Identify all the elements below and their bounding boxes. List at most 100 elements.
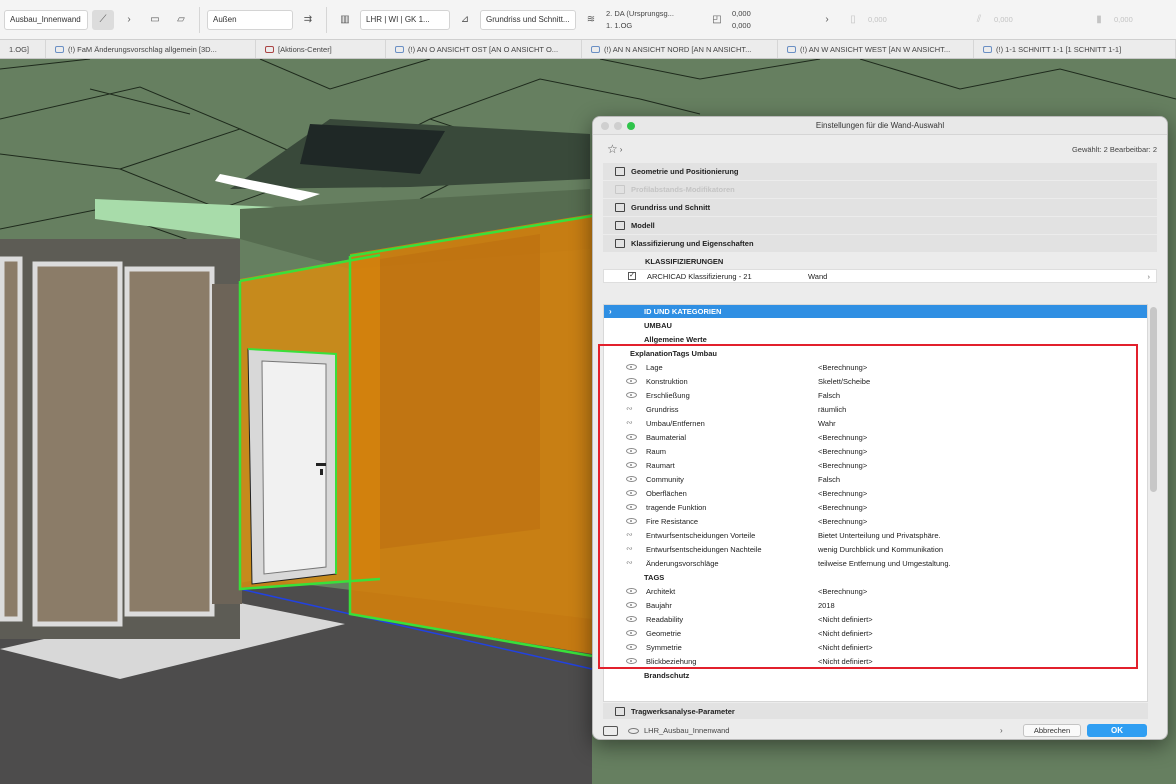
3d-view-icon bbox=[55, 45, 64, 53]
tab-schnitt[interactable]: (!) 1-1 SCHNITT 1-1 [1 SCHNITT 1-1] bbox=[974, 40, 1176, 58]
panel-modell[interactable]: Modell bbox=[603, 217, 1157, 235]
layer-field[interactable]: Ausbau_Innenwand bbox=[4, 9, 88, 30]
property-value[interactable]: Bietet Unterteilung und Privatsphäre. bbox=[818, 531, 941, 540]
property-row[interactable]: Lage <Berechnung> bbox=[604, 360, 1147, 374]
property-row[interactable]: ∾ Umbau/Entfernen Wahr bbox=[604, 416, 1147, 430]
property-value[interactable]: Wahr bbox=[818, 419, 836, 428]
property-value[interactable]: teilweise Entfernung und Umgestaltung. bbox=[818, 559, 951, 568]
property-row[interactable]: Architekt <Berechnung> bbox=[604, 584, 1147, 598]
chevron-right-icon[interactable]: › bbox=[118, 10, 140, 30]
property-row[interactable]: Readability <Nicht definiert> bbox=[604, 612, 1147, 626]
property-row[interactable]: Konstruktion Skelett/Scheibe bbox=[604, 374, 1147, 388]
property-row[interactable]: Erschließung Falsch bbox=[604, 388, 1147, 402]
property-value[interactable]: 2018 bbox=[818, 601, 835, 610]
panel-tragwerksanalyse[interactable]: Tragwerksanalyse-Parameter bbox=[603, 703, 1148, 720]
property-row[interactable]: ∾ Entwurfsentscheidungen Vorteile Bietet U… bbox=[604, 528, 1147, 542]
group-allgemeine-werte[interactable]: Allgemeine Werte bbox=[604, 332, 1147, 346]
composite-field[interactable]: LHR | WI | GK 1... bbox=[360, 9, 450, 30]
section-id-kategorien[interactable]: › ID UND KATEGORIEN bbox=[604, 305, 1147, 318]
property-row[interactable]: tragende Funktion <Berechnung> bbox=[604, 500, 1147, 514]
door-handle bbox=[316, 463, 326, 466]
panel-geometrie[interactable]: Geometrie und Positionierung bbox=[603, 163, 1157, 181]
chevron-right-icon[interactable]: › bbox=[1148, 272, 1151, 281]
top-story-label: 2. DA (Ursprungsg... bbox=[606, 9, 674, 18]
property-value[interactable]: <Berechnung> bbox=[818, 503, 867, 512]
property-value[interactable]: <Berechnung> bbox=[818, 363, 867, 372]
property-value[interactable]: <Berechnung> bbox=[818, 587, 867, 596]
top-toolbar: Ausbau_Innenwand ⟋ › ▭ ▱ Außen ⇉ ▥ LHR |… bbox=[0, 0, 1176, 40]
property-row[interactable]: Baumaterial <Berechnung> bbox=[604, 430, 1147, 444]
ok-button[interactable]: OK bbox=[1087, 724, 1147, 737]
offset-fields[interactable]: 0,000 0,000 bbox=[732, 9, 812, 30]
floor-plan-icon bbox=[615, 203, 625, 212]
tab-aenderungsvorschlag[interactable]: (!) FaM Änderungsvorschlag allgemein [3D… bbox=[46, 40, 256, 58]
property-row[interactable]: Raum <Berechnung> bbox=[604, 444, 1147, 458]
property-value[interactable]: <Nicht definiert> bbox=[818, 615, 873, 624]
story-selector[interactable]: 2. DA (Ursprungsg... 1. 1.OG bbox=[606, 9, 702, 30]
story-icon: ≋ bbox=[586, 14, 596, 25]
tab-aktions-center[interactable]: [Aktions-Center] bbox=[256, 40, 386, 58]
property-value[interactable]: <Nicht definiert> bbox=[818, 629, 873, 638]
property-value[interactable]: <Berechnung> bbox=[818, 461, 867, 470]
property-value[interactable]: Falsch bbox=[818, 475, 840, 484]
property-value[interactable]: Falsch bbox=[818, 391, 840, 400]
group-brandschutz[interactable]: Brandschutz bbox=[604, 668, 1147, 682]
properties-list[interactable]: › ID UND KATEGORIEN UMBAU Allgemeine Wer… bbox=[603, 304, 1148, 702]
property-name: Raum bbox=[646, 446, 667, 456]
dialog-titlebar[interactable]: Einstellungen für die Wand-Auswahl bbox=[593, 117, 1167, 135]
property-value[interactable]: <Nicht definiert> bbox=[818, 657, 873, 666]
rectangle-wall-icon[interactable]: ▭ bbox=[144, 10, 166, 30]
property-value[interactable]: <Berechnung> bbox=[818, 489, 867, 498]
structural-analysis-icon bbox=[615, 706, 625, 716]
property-value[interactable]: <Berechnung> bbox=[818, 433, 867, 442]
eye-icon bbox=[626, 616, 637, 622]
favorites-button[interactable]: ☆ › bbox=[607, 142, 622, 156]
property-row[interactable]: Oberflächen <Berechnung> bbox=[604, 486, 1147, 500]
group-umbau[interactable]: UMBAU bbox=[604, 318, 1147, 332]
tab-1og[interactable]: 1.OG] bbox=[0, 40, 46, 58]
group-explanation-tags[interactable]: ExplanationTags Umbau bbox=[604, 346, 1147, 360]
group-tags[interactable]: TAGS bbox=[604, 570, 1147, 584]
property-value[interactable]: wenig Durchblick und Kommunikation bbox=[818, 545, 943, 554]
property-value[interactable]: <Nicht definiert> bbox=[818, 643, 873, 652]
property-value[interactable]: Skelett/Scheibe bbox=[818, 377, 870, 386]
property-value[interactable]: <Berechnung> bbox=[818, 517, 867, 526]
flip-icon[interactable]: ⇉ bbox=[297, 10, 319, 30]
classification-row[interactable]: ✓ ARCHICAD Klassifizierung - 21 Wand › bbox=[603, 269, 1157, 283]
tab-ansicht-west[interactable]: (!) AN W ANSICHT WEST [AN W ANSICHT... bbox=[778, 40, 974, 58]
property-row[interactable]: ∾ Änderungsvorschläge teilweise Entfernung… bbox=[604, 556, 1147, 570]
tab-label: (!) AN N ANSICHT NORD [AN N ANSICHT... bbox=[604, 44, 752, 54]
property-row[interactable]: Symmetrie <Nicht definiert> bbox=[604, 640, 1147, 654]
slanted-wall-icon[interactable]: ▱ bbox=[170, 10, 192, 30]
property-row[interactable]: Raumart <Berechnung> bbox=[604, 458, 1147, 472]
view-mode-field[interactable]: Grundriss und Schnitt... bbox=[480, 9, 576, 30]
property-row[interactable]: Geometrie <Nicht definiert> bbox=[604, 626, 1147, 640]
property-name: Lage bbox=[646, 362, 663, 372]
eye-icon bbox=[626, 462, 637, 468]
tab-ansicht-nord[interactable]: (!) AN N ANSICHT NORD [AN N ANSICHT... bbox=[582, 40, 778, 58]
cancel-button[interactable]: Abbrechen bbox=[1023, 724, 1081, 737]
chevron-right-icon[interactable]: › bbox=[816, 10, 838, 30]
straight-wall-icon[interactable]: ⟋ bbox=[92, 9, 114, 30]
orange-wall-depth bbox=[380, 234, 540, 549]
star-icon: ☆ bbox=[607, 142, 618, 156]
property-row[interactable]: ∾ Entwurfsentscheidungen Nachteile wenig D… bbox=[604, 542, 1147, 556]
property-row[interactable]: Baujahr 2018 bbox=[604, 598, 1147, 612]
property-value[interactable]: räumlich bbox=[818, 405, 846, 414]
property-row[interactable]: Fire Resistance <Berechnung> bbox=[604, 514, 1147, 528]
eye-icon bbox=[626, 476, 637, 482]
property-value[interactable]: <Berechnung> bbox=[818, 447, 867, 456]
property-name: Symmetrie bbox=[646, 642, 682, 652]
chevron-right-icon[interactable]: › bbox=[1000, 726, 1020, 735]
property-row[interactable]: Blickbeziehung <Nicht definiert> bbox=[604, 654, 1147, 668]
layer-selector[interactable]: LHR_Ausbau_Innenwand bbox=[644, 726, 1000, 735]
properties-scrollbar[interactable] bbox=[1150, 307, 1157, 492]
classification-checkbox[interactable]: ✓ bbox=[628, 272, 636, 280]
reference-line-field[interactable]: Außen bbox=[207, 9, 293, 30]
property-row[interactable]: ∾ Grundriss räumlich bbox=[604, 402, 1147, 416]
panel-grundriss[interactable]: Grundriss und Schnitt bbox=[603, 199, 1157, 217]
property-row[interactable]: Community Falsch bbox=[604, 472, 1147, 486]
tab-ansicht-ost[interactable]: (!) AN O ANSICHT OST [AN O ANSICHT O... bbox=[386, 40, 582, 58]
property-name: Raumart bbox=[646, 460, 675, 470]
panel-klassifizierung[interactable]: Klassifizierung und Eigenschaften bbox=[603, 235, 1157, 253]
